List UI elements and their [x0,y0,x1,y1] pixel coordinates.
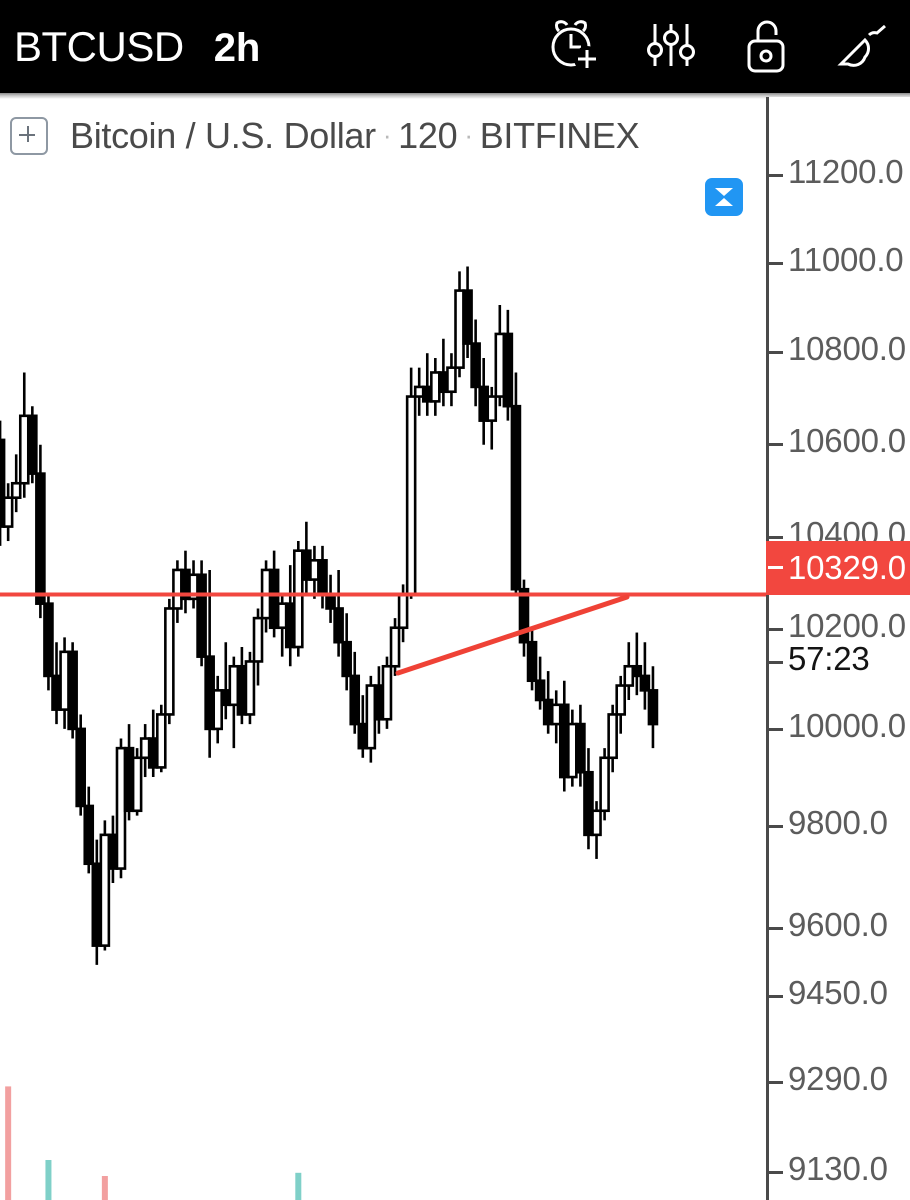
candlestick [510,372,522,595]
candlestick [27,406,38,484]
current-price-value: 10329.0 [788,549,906,586]
price-tick [769,628,783,631]
legend-text[interactable]: Bitcoin / U.S. Dollar · 120 · BITFINEX [70,115,640,157]
toolbar-actions [546,0,892,93]
volume-series [5,1086,302,1200]
scale-reset-button[interactable] [705,178,743,216]
countdown-tick [769,661,783,664]
symbol-ticker[interactable]: BTCUSD [14,23,184,71]
candlestick [405,367,417,599]
price-scale[interactable]: 11200.0 11000.0 10800.0 10600.0 10400.0 10200… [766,97,910,1200]
legend-description: Bitcoin / U.S. Dollar [70,115,376,156]
price-tick [769,825,783,828]
price-tick [769,262,783,265]
price-tick [769,351,783,354]
sliders-icon[interactable] [642,16,700,78]
symbol-selector[interactable]: BTCUSD 2h [14,23,260,71]
volume-bar [5,1086,12,1200]
add-indicator-icon[interactable] [10,117,48,155]
legend-resolution: 120 [398,115,458,156]
chart-plot-area[interactable] [0,170,766,1200]
candlestick [164,598,175,725]
price-tick-label: 10600.0 [788,422,906,459]
volume-bar [295,1172,302,1200]
chart-legend: Bitcoin / U.S. Dollar · 120 · BITFINEX [0,103,640,169]
brush-icon[interactable] [834,16,892,78]
top-toolbar: BTCUSD 2h [0,0,910,93]
interval-selector[interactable]: 2h [214,26,261,71]
support-trendline [395,594,630,676]
price-tick-label: 9800.0 [788,804,888,841]
price-tick-label: 11200.0 [788,153,904,190]
price-tick [769,536,783,539]
price-tick-label: 10800.0 [788,330,906,367]
price-tick [769,728,783,731]
price-tick [769,1171,783,1174]
price-tick-label: 9290.0 [788,1060,888,1097]
current-price-tick [768,566,783,569]
legend-separator-1: · [382,120,392,150]
volume-bar [101,1176,108,1200]
price-tick-label: 9130.0 [788,1150,888,1187]
price-tick-label: 10000.0 [788,707,906,744]
legend-exchange: BITFINEX [479,115,640,156]
candlestick [67,642,78,739]
price-tick-label: 11000.0 [788,241,904,278]
price-tick-label: 9450.0 [788,974,888,1011]
price-tick [769,1081,783,1084]
chart-screen: BTCUSD 2h Bitcoin / U.S. Dollar · 120 · … [0,0,910,1200]
candlestick-series [0,266,659,965]
candlestick [75,714,86,816]
price-tick [769,174,783,177]
candlestick [196,560,207,667]
current-price-badge[interactable]: 10329.0 [766,541,910,595]
alarm-add-icon[interactable] [546,16,604,78]
price-tick [769,927,783,930]
bar-countdown: 57:23 [788,640,870,677]
volume-bar [45,1160,52,1200]
price-tick [769,443,783,446]
price-tick [769,995,783,998]
hourglass-icon [715,188,733,206]
price-tick-label: 9600.0 [788,906,888,943]
legend-separator-2: · [464,120,473,150]
candlestick [502,309,514,421]
unlock-icon[interactable] [738,16,796,78]
